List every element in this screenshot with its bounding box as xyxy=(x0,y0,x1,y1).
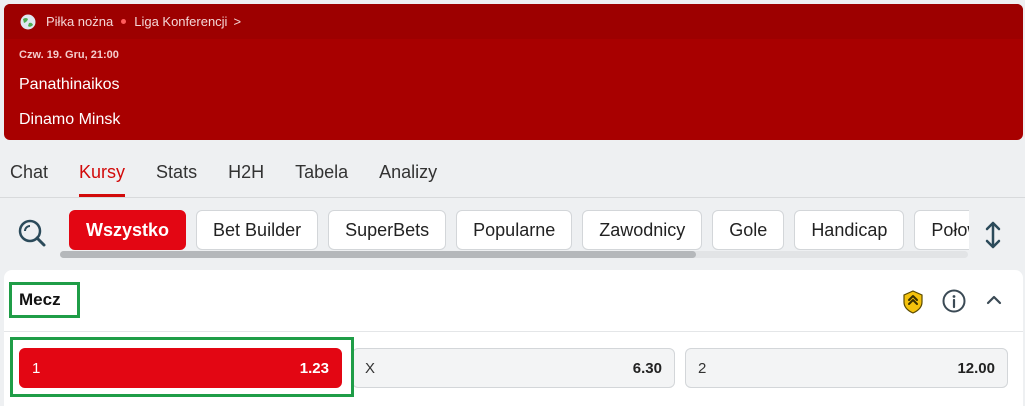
breadcrumb: Piłka nożna Liga Konferencji > xyxy=(4,4,1023,39)
filter-chip-wszystko[interactable]: Wszystko xyxy=(69,210,187,250)
highlight-box-title xyxy=(9,282,80,318)
search-icon[interactable] xyxy=(16,217,48,249)
odds-button-draw[interactable]: X 6.30 xyxy=(352,348,675,388)
info-icon[interactable] xyxy=(942,289,966,313)
filter-chip-superbets[interactable]: SuperBets xyxy=(328,210,447,250)
filter-chips: Wszystko Bet Builder SuperBets Popularne… xyxy=(69,210,969,250)
odds-button-away[interactable]: 2 12.00 xyxy=(685,348,1008,388)
away-team: Dinamo Minsk xyxy=(19,111,121,128)
filter-scrollbar-thumb[interactable] xyxy=(60,251,696,258)
outcome-odds: 6.30 xyxy=(632,359,662,377)
sort-icon[interactable] xyxy=(982,220,1004,250)
tab-chat[interactable]: Chat xyxy=(10,162,48,197)
tab-h2h[interactable]: H2H xyxy=(228,162,264,197)
tab-analizy[interactable]: Analizy xyxy=(379,162,437,197)
outcome-label: 2 xyxy=(698,359,707,377)
tab-divider xyxy=(0,197,1025,198)
highlight-box-odds xyxy=(10,337,354,397)
match-header: Piłka nożna Liga Konferencji > Czw. 19. … xyxy=(4,4,1023,140)
bet-builder-icon[interactable] xyxy=(902,290,924,314)
filter-chip-popularne[interactable]: Popularne xyxy=(456,210,573,250)
filter-chip-bet-builder[interactable]: Bet Builder xyxy=(196,210,319,250)
tab-tabela[interactable]: Tabela xyxy=(295,162,348,197)
filter-chip-gole[interactable]: Gole xyxy=(712,210,785,250)
outcome-label: X xyxy=(365,359,376,377)
filter-chip-zawodnicy[interactable]: Zawodnicy xyxy=(582,210,703,250)
market-card: Mecz 1 1.23 X 6.30 2 12.00 xyxy=(4,270,1023,406)
market-header[interactable]: Mecz xyxy=(4,270,1023,332)
outcome-odds: 12.00 xyxy=(957,359,995,377)
breadcrumb-sport[interactable]: Piłka nożna xyxy=(46,14,113,29)
home-team: Panathinaikos xyxy=(19,76,120,93)
tab-stats[interactable]: Stats xyxy=(156,162,197,197)
breadcrumb-league[interactable]: Liga Konferencji xyxy=(134,14,227,29)
tab-bar: Chat Kursy Stats H2H Tabela Analizy xyxy=(10,162,468,197)
breadcrumb-dot xyxy=(121,19,127,24)
chevron-right-icon: > xyxy=(233,14,242,29)
tab-kursy[interactable]: Kursy xyxy=(79,162,126,197)
globe-icon xyxy=(20,14,36,29)
filter-chip-handicap[interactable]: Handicap xyxy=(794,210,905,250)
filter-chip-polowy[interactable]: Połowy xyxy=(914,210,969,250)
filter-scrollbar[interactable] xyxy=(60,251,968,258)
match-datetime: Czw. 19. Gru, 21:00 xyxy=(19,49,119,61)
chevron-up-icon[interactable] xyxy=(985,291,1003,309)
